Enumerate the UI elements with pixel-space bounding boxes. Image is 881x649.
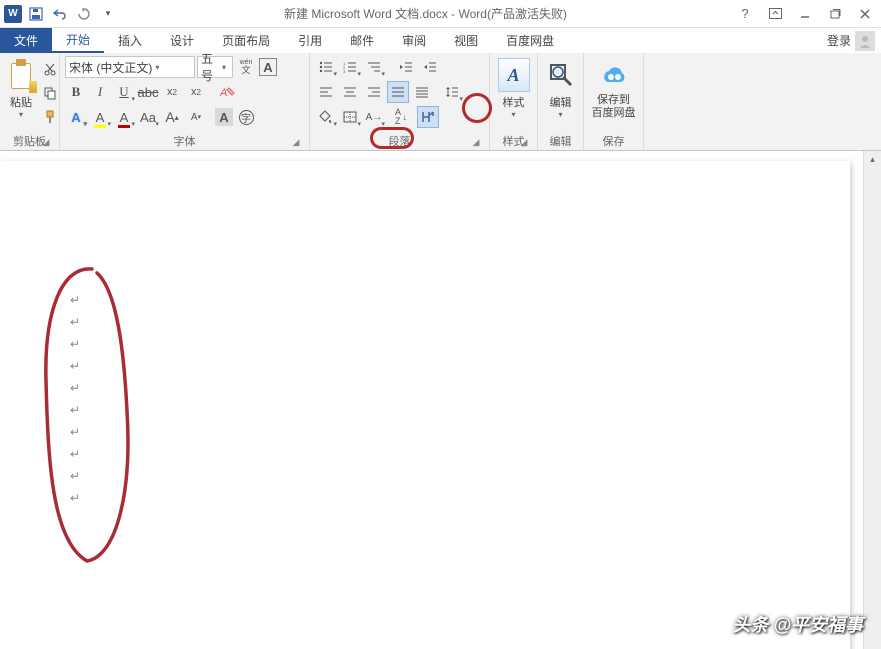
strikethrough-button[interactable]: abc bbox=[137, 81, 159, 103]
show-hide-marks-icon[interactable] bbox=[417, 106, 439, 128]
tab-insert[interactable]: 插入 bbox=[104, 28, 156, 53]
tab-design[interactable]: 设计 bbox=[156, 28, 208, 53]
document-area: ↵↵↵↵↵ ↵↵↵↵↵ ▴ bbox=[0, 151, 881, 649]
paragraph-dialog-launcher[interactable]: ◢ bbox=[470, 136, 482, 148]
styles-icon: A bbox=[498, 58, 530, 92]
align-right-icon[interactable] bbox=[363, 81, 385, 103]
ribbon: 粘贴 ▾ 剪贴板◢ 宋体 (中文正文)▾ 五号▾ wén文 A B I U▾ bbox=[0, 53, 881, 151]
group-font: 宋体 (中文正文)▾ 五号▾ wén文 A B I U▾ abc x2 x2 A… bbox=[60, 53, 310, 150]
clipboard-dialog-launcher[interactable]: ◢ bbox=[40, 136, 52, 148]
character-border-icon[interactable]: A bbox=[259, 58, 277, 76]
format-painter-icon[interactable] bbox=[39, 106, 61, 128]
document-scroll[interactable]: ↵↵↵↵↵ ↵↵↵↵↵ bbox=[0, 151, 863, 649]
login-label: 登录 bbox=[827, 32, 851, 49]
text-direction-icon[interactable]: A→▾ bbox=[363, 106, 385, 128]
user-avatar-icon bbox=[855, 31, 875, 51]
minimize-button[interactable] bbox=[793, 5, 817, 23]
tab-home[interactable]: 开始 bbox=[52, 28, 104, 53]
help-icon[interactable]: ? bbox=[733, 5, 757, 23]
qat-customize-icon[interactable]: ▾ bbox=[98, 4, 118, 24]
group-clipboard: 粘贴 ▾ 剪贴板◢ bbox=[0, 53, 60, 150]
font-dialog-launcher[interactable]: ◢ bbox=[290, 136, 302, 148]
phonetic-guide-icon[interactable]: wén文 bbox=[235, 56, 257, 78]
distributed-icon[interactable] bbox=[411, 81, 433, 103]
svg-text:A: A bbox=[220, 87, 227, 99]
group-paragraph: ▾ 123▾ ▾ ▾ ▾ ▾ A→▾ AZ↓ bbox=[310, 53, 490, 150]
title-bar: W ▾ 新建 Microsoft Word 文档.docx - Word(产品激… bbox=[0, 0, 881, 28]
character-shading-icon[interactable]: A bbox=[215, 108, 233, 126]
restore-button[interactable] bbox=[823, 5, 847, 23]
sort-icon[interactable]: AZ↓ bbox=[387, 106, 409, 128]
editing-button[interactable]: 编辑 ▾ bbox=[543, 56, 578, 126]
paste-button[interactable]: 粘贴 ▾ bbox=[5, 56, 37, 126]
shading-icon[interactable]: ▾ bbox=[315, 106, 337, 128]
group-label-save: 保存 bbox=[603, 133, 625, 149]
tab-baidu[interactable]: 百度网盘 bbox=[492, 28, 568, 53]
cut-icon[interactable] bbox=[39, 58, 61, 80]
paste-icon bbox=[7, 59, 35, 91]
bold-button[interactable]: B bbox=[65, 81, 87, 103]
tab-mailings[interactable]: 邮件 bbox=[336, 28, 388, 53]
font-name-select[interactable]: 宋体 (中文正文)▾ bbox=[65, 56, 195, 78]
group-label-editing: 编辑 bbox=[550, 133, 572, 149]
svg-text:3: 3 bbox=[343, 69, 346, 73]
window-title: 新建 Microsoft Word 文档.docx - Word(产品激活失败) bbox=[118, 5, 733, 22]
vertical-scrollbar[interactable]: ▴ bbox=[863, 151, 881, 649]
word-app-icon: W bbox=[4, 5, 22, 23]
scroll-up-icon[interactable]: ▴ bbox=[864, 151, 881, 167]
qat-redo-icon[interactable] bbox=[74, 4, 94, 24]
borders-icon[interactable]: ▾ bbox=[339, 106, 361, 128]
superscript-button[interactable]: x2 bbox=[185, 81, 207, 103]
subscript-button[interactable]: x2 bbox=[161, 81, 183, 103]
baidu-cloud-icon bbox=[599, 62, 629, 88]
document-page[interactable]: ↵↵↵↵↵ ↵↵↵↵↵ bbox=[0, 161, 850, 649]
styles-dialog-launcher[interactable]: ◢ bbox=[518, 136, 530, 148]
qat-save-icon[interactable] bbox=[26, 4, 46, 24]
annotation-hand-drawn-circle bbox=[32, 261, 142, 571]
align-left-icon[interactable] bbox=[315, 81, 337, 103]
tab-references[interactable]: 引用 bbox=[284, 28, 336, 53]
increase-indent-icon[interactable] bbox=[419, 56, 441, 78]
qat-undo-icon[interactable] bbox=[50, 4, 70, 24]
change-case-icon[interactable]: Aa▾ bbox=[137, 106, 159, 128]
font-color-icon[interactable]: A▾ bbox=[113, 106, 135, 128]
group-label-font: 字体 bbox=[174, 133, 196, 149]
decrease-indent-icon[interactable] bbox=[395, 56, 417, 78]
bullets-icon[interactable]: ▾ bbox=[315, 56, 337, 78]
shrink-font-icon[interactable]: A▾ bbox=[185, 106, 207, 128]
group-baidu-save: 保存到百度网盘 保存 bbox=[584, 53, 644, 150]
watermark-text: 头条 @平安福事 bbox=[732, 611, 863, 637]
tab-review[interactable]: 审阅 bbox=[388, 28, 440, 53]
align-justify-icon[interactable] bbox=[387, 81, 409, 103]
account-login[interactable]: 登录 bbox=[827, 28, 881, 53]
ribbon-tabs: 文件 开始 插入 设计 页面布局 引用 邮件 审阅 视图 百度网盘 登录 bbox=[0, 28, 881, 53]
font-size-select[interactable]: 五号▾ bbox=[197, 56, 233, 78]
italic-button[interactable]: I bbox=[89, 81, 111, 103]
save-to-baidu-button[interactable]: 保存到百度网盘 bbox=[589, 56, 638, 126]
group-editing: 编辑 ▾ 编辑 bbox=[538, 53, 584, 150]
copy-icon[interactable] bbox=[39, 82, 61, 104]
group-label-paragraph: 段落 bbox=[389, 133, 411, 149]
find-icon bbox=[547, 61, 575, 89]
close-button[interactable] bbox=[853, 5, 877, 23]
enclose-characters-icon[interactable]: 字 bbox=[235, 106, 257, 128]
numbering-icon[interactable]: 123▾ bbox=[339, 56, 361, 78]
ribbon-display-options-icon[interactable] bbox=[763, 5, 787, 23]
paragraph-marks: ↵↵↵↵↵ ↵↵↵↵↵ bbox=[70, 293, 80, 505]
line-spacing-icon[interactable]: ▾ bbox=[441, 81, 463, 103]
multilevel-list-icon[interactable]: ▾ bbox=[363, 56, 385, 78]
tab-layout[interactable]: 页面布局 bbox=[208, 28, 284, 53]
group-styles: A 样式 ▾ 样式◢ bbox=[490, 53, 538, 150]
clear-formatting-icon[interactable]: A bbox=[217, 81, 239, 103]
grow-font-icon[interactable]: A▴ bbox=[161, 106, 183, 128]
underline-button[interactable]: U▾ bbox=[113, 81, 135, 103]
tab-view[interactable]: 视图 bbox=[440, 28, 492, 53]
styles-button[interactable]: A 样式 ▾ bbox=[495, 56, 532, 126]
highlight-color-icon[interactable]: A▾ bbox=[89, 106, 111, 128]
align-center-icon[interactable] bbox=[339, 81, 361, 103]
tab-file[interactable]: 文件 bbox=[0, 28, 52, 53]
text-effects-icon[interactable]: A▾ bbox=[65, 106, 87, 128]
